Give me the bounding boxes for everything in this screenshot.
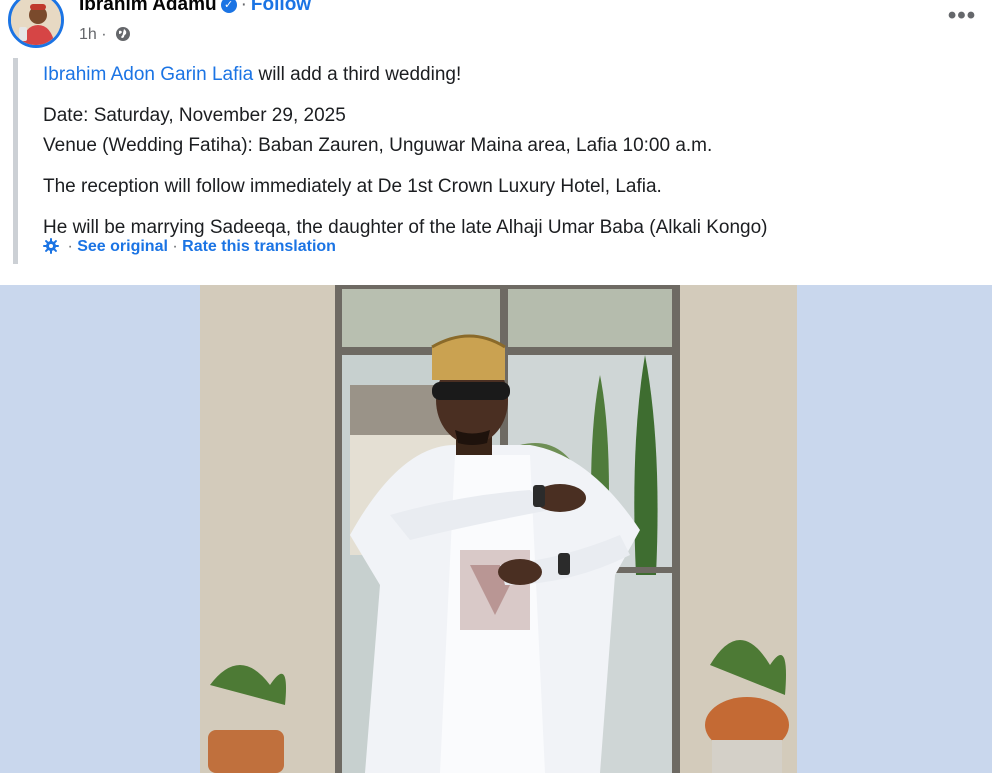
rate-translation-link[interactable]: Rate this translation xyxy=(182,238,336,255)
venue-line: Venue (Wedding Fatiha): Baban Zauren, Un… xyxy=(43,135,713,156)
date-line: Date: Saturday, November 29, 2025 xyxy=(43,105,346,126)
separator-dot: · xyxy=(240,0,247,15)
quote-bar xyxy=(13,58,18,264)
timestamp[interactable]: 1h · xyxy=(79,26,107,43)
translation-bar: · See original · Rate this translation xyxy=(43,238,336,256)
follow-button[interactable]: Follow xyxy=(251,0,311,15)
more-options-icon[interactable]: ••• xyxy=(946,4,978,32)
post-header: Ibrahim Adamu ✓ · Follow 1h · ••• xyxy=(0,0,992,52)
separator-dot: · xyxy=(167,238,183,255)
post-photo[interactable] xyxy=(200,285,797,773)
post-meta: 1h · xyxy=(79,26,131,44)
intro-text: will add a third wedding! xyxy=(253,64,462,85)
reception-line: The reception will follow immediately at… xyxy=(43,176,662,197)
intro-paragraph: Ibrahim Adon Garin Lafia will add a thir… xyxy=(43,60,461,90)
author-name[interactable]: Ibrahim Adamu xyxy=(79,0,217,15)
photo-illustration xyxy=(200,285,797,773)
verified-badge-icon: ✓ xyxy=(220,0,237,13)
separator-dot: · xyxy=(63,238,78,255)
author-line: Ibrahim Adamu ✓ · Follow xyxy=(79,0,311,16)
mention-link[interactable]: Ibrahim Adon Garin Lafia xyxy=(43,64,253,85)
photo-container xyxy=(0,285,992,773)
avatar[interactable] xyxy=(8,0,64,48)
gear-icon[interactable] xyxy=(43,238,59,254)
avatar-image xyxy=(11,0,61,45)
globe-icon xyxy=(116,27,131,41)
see-original-link[interactable]: See original xyxy=(77,238,168,255)
